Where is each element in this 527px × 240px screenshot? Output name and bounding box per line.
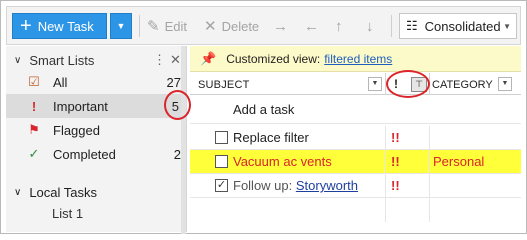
delete-button[interactable]: ✕ Delete <box>204 15 259 37</box>
column-divider <box>385 126 386 150</box>
smart-lists-header[interactable]: ∨ Smart Lists ⋮ ✕ <box>6 50 187 70</box>
move-right-button[interactable]: → <box>273 15 293 37</box>
table-row-empty <box>190 198 521 222</box>
chevron-down-icon: ∨ <box>14 186 22 198</box>
column-divider <box>429 126 430 150</box>
flag-icon: ⚑ <box>28 122 40 137</box>
move-down-button[interactable]: ↓ <box>366 15 379 37</box>
more-options-icon[interactable]: ⋮ <box>153 52 166 68</box>
task-checkbox[interactable] <box>215 155 228 168</box>
sidebar-item-flagged[interactable]: ⚑ Flagged <box>6 118 187 142</box>
move-up-button[interactable]: ↑ <box>335 15 348 37</box>
close-icon: ✕ <box>204 18 217 35</box>
view-select[interactable]: ☷ Consolidated ▼ <box>399 13 517 39</box>
column-divider <box>429 150 430 174</box>
local-tasks-header[interactable]: ∨ Local Tasks <box>6 181 187 203</box>
add-task-placeholder: Add a task <box>233 102 295 117</box>
close-icon[interactable]: ✕ <box>170 52 181 68</box>
clipboard-icon: ☑ <box>28 74 40 89</box>
edit-button[interactable]: ✎ Edit <box>147 15 187 37</box>
toolbar-divider <box>391 15 392 37</box>
table-row[interactable]: ✓ Follow up: Storyworth !! <box>190 174 521 198</box>
customized-view-bar: 📌 Customized view: filtered items <box>190 46 521 72</box>
task-priority: !! <box>391 154 400 169</box>
smart-lists-title: Smart Lists <box>29 52 95 68</box>
annotation-circle <box>164 90 191 120</box>
sidebar-item-label: Completed <box>53 146 116 162</box>
arrow-left-icon: ← <box>304 17 319 35</box>
column-header: SUBJECT ▼ ! ⊤ CATEGORY ▼ <box>190 73 521 95</box>
new-task-label: New Task <box>37 18 94 34</box>
task-subject: Follow up: Storyworth <box>233 178 358 193</box>
task-category: Personal <box>433 154 485 169</box>
new-task-dropdown-button[interactable]: ▼ <box>110 13 132 39</box>
task-priority: !! <box>391 130 400 145</box>
storyworth-link[interactable]: Storyworth <box>296 178 358 193</box>
column-divider <box>429 198 430 222</box>
task-subject: Vacuum ac vents <box>233 154 332 169</box>
arrow-down-icon: ↓ <box>366 17 374 35</box>
subject-filter-button[interactable]: ▼ <box>368 77 382 91</box>
pin-icon: 📌 <box>200 50 217 66</box>
category-filter-button[interactable]: ▼ <box>498 77 512 91</box>
column-divider <box>385 150 386 174</box>
chevron-down-icon: ▼ <box>503 21 511 31</box>
sidebar-item-label: All <box>53 74 68 90</box>
sidebar-scrollbar[interactable] <box>181 46 186 234</box>
task-checkbox-checked[interactable]: ✓ <box>215 179 228 192</box>
column-divider <box>385 198 386 222</box>
arrow-up-icon: ↑ <box>335 17 343 35</box>
task-priority: !! <box>391 178 400 193</box>
edit-label: Edit <box>164 18 187 34</box>
tree-view-icon: ☷ <box>406 18 418 33</box>
customized-view-label: Customized view: <box>226 51 321 66</box>
sidebar-item-count: 27 <box>166 74 181 90</box>
checkmark-icon: ✓ <box>28 146 40 161</box>
arrow-right-icon: → <box>273 17 288 35</box>
task-subject-prefix: Follow up: <box>233 178 296 193</box>
sidebar-item-count: 2 <box>173 146 181 162</box>
column-divider <box>385 174 386 198</box>
toolbar-divider <box>139 15 140 37</box>
sidebar-item-label: Flagged <box>53 122 100 138</box>
table-row[interactable]: Vacuum ac vents !! Personal <box>190 150 521 174</box>
move-left-button[interactable]: ← <box>304 15 324 37</box>
table-row[interactable]: Replace filter !! <box>190 126 521 150</box>
sidebar-item-label: Important <box>53 98 108 114</box>
sidebar-item-all[interactable]: ☑ All 27 <box>6 70 187 94</box>
sidebar: ∨ Smart Lists ⋮ ✕ ☑ All 27 ! Important 5… <box>6 46 187 232</box>
add-task-input[interactable]: Add a task <box>190 96 521 124</box>
sidebar-item-list1[interactable]: List 1 <box>52 206 83 221</box>
sidebar-item-important[interactable]: ! Important 5 <box>6 94 187 118</box>
chevron-down-icon: ∨ <box>14 54 22 66</box>
annotation-circle <box>386 70 430 98</box>
filtered-items-link[interactable]: filtered items <box>324 52 392 66</box>
column-divider <box>429 174 430 198</box>
task-checkbox[interactable] <box>215 131 228 144</box>
pencil-icon: ✎ <box>147 18 160 35</box>
chevron-down-icon: ▼ <box>116 21 126 31</box>
local-tasks-title: Local Tasks <box>29 184 98 200</box>
category-column-header[interactable]: CATEGORY <box>432 79 493 91</box>
delete-label: Delete <box>221 18 260 34</box>
toolbar: + New Task ▼ ✎ Edit ✕ Delete → ← ↑ ↓ ☷ C… <box>6 6 521 45</box>
new-task-button[interactable]: + New Task <box>12 13 107 39</box>
sidebar-item-completed[interactable]: ✓ Completed 2 <box>6 142 187 166</box>
task-subject: Replace filter <box>233 130 309 145</box>
subject-column-header[interactable]: SUBJECT <box>198 79 250 91</box>
view-select-value: Consolidated <box>424 18 501 34</box>
plus-icon: + <box>20 15 32 37</box>
exclamation-icon: ! <box>31 98 37 114</box>
